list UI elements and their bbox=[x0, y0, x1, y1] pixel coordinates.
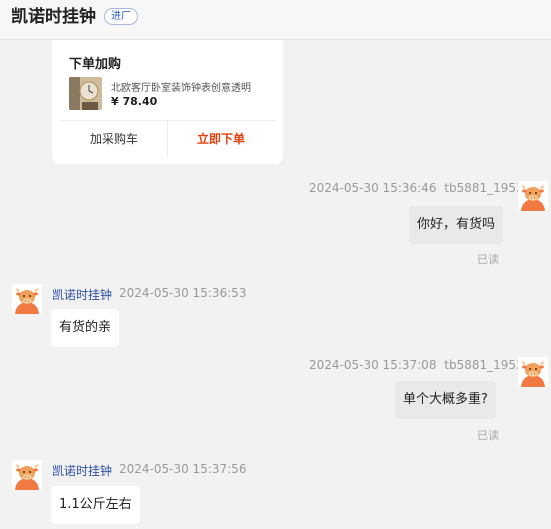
message-sender[interactable]: 凯诺时挂钟 bbox=[52, 286, 112, 303]
product-price: ¥ 78.40 bbox=[111, 95, 158, 108]
buy-now-button[interactable]: 立即下单 bbox=[171, 130, 271, 147]
add-to-cart-button[interactable]: 加采购车 bbox=[64, 130, 164, 147]
product-name[interactable]: 北欧客厅卧室装饰钟表创意透明 bbox=[111, 79, 279, 94]
message-bubble: 单个大概多重? bbox=[395, 381, 496, 419]
order-card-title: 下单加购 bbox=[69, 57, 122, 72]
message-time: 2024-05-30 15:37:08 bbox=[309, 358, 437, 372]
cow-avatar-icon[interactable] bbox=[518, 357, 548, 387]
message-sender[interactable]: 凯诺时挂钟 bbox=[52, 462, 112, 479]
clock-product-thumbnail[interactable] bbox=[69, 77, 102, 110]
cow-avatar-icon[interactable] bbox=[12, 460, 42, 490]
shop-name[interactable]: 凯诺时挂钟 bbox=[11, 6, 96, 28]
message-meta: 2024-05-30 15:37:08 tb5881_1953 bbox=[309, 358, 524, 372]
message-meta: 2024-05-30 15:36:46 tb5881_1953 bbox=[309, 181, 524, 195]
cow-avatar-icon[interactable] bbox=[518, 181, 548, 211]
shop-tag-badge[interactable]: 进厂 bbox=[104, 8, 138, 25]
message-time: 2024-05-30 15:36:46 bbox=[309, 181, 437, 195]
read-status: 已读 bbox=[477, 429, 499, 442]
message-time: 2024-05-30 15:37:56 bbox=[119, 462, 247, 476]
message-bubble: 有货的亲 bbox=[51, 309, 120, 347]
cow-avatar-icon[interactable] bbox=[12, 284, 42, 314]
message-bubble: 你好，有货吗 bbox=[409, 206, 504, 244]
read-status: 已读 bbox=[477, 253, 499, 266]
message-sender: tb5881_1953 bbox=[444, 358, 524, 372]
card-button-divider bbox=[167, 121, 168, 157]
message-time: 2024-05-30 15:36:53 bbox=[119, 286, 247, 300]
order-card: 下单加购 北欧客厅卧室装饰钟表创意透明 ¥ 78.40 加采购车 立即下单 bbox=[52, 40, 283, 164]
message-bubble: 1.1公斤左右 bbox=[51, 486, 140, 524]
message-sender: tb5881_1953 bbox=[444, 181, 524, 195]
chat-header: 凯诺时挂钟 进厂 bbox=[0, 0, 551, 40]
